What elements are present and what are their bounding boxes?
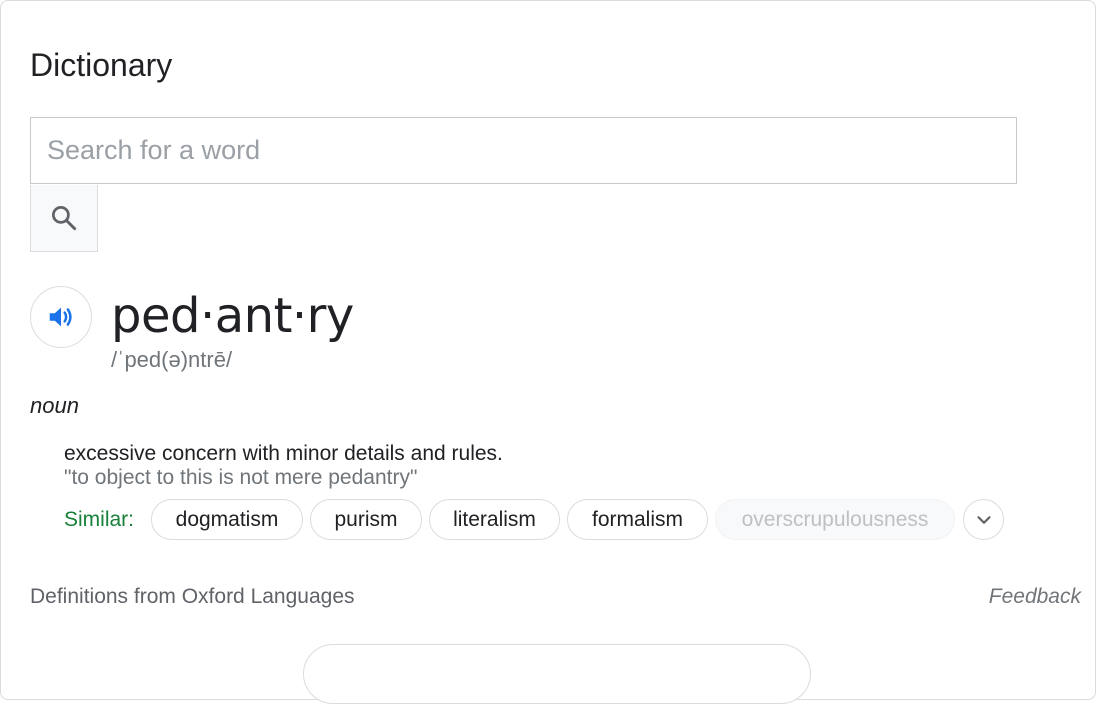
more-definitions-button[interactable] [303, 644, 811, 704]
example-sentence: "to object to this is not mere pedantry" [64, 466, 418, 489]
chevron-down-icon [976, 515, 991, 524]
similar-chip-purism[interactable]: purism [310, 499, 422, 540]
part-of-speech: noun [30, 393, 79, 418]
similar-chip-overscrupulousness[interactable]: overscrupulousness [715, 499, 955, 540]
expand-similar-button[interactable] [963, 499, 1004, 540]
source-attribution: Definitions from Oxford Languages [30, 585, 355, 608]
feedback-link[interactable]: Feedback [989, 583, 1081, 611]
headword: ped·ant·ry [111, 288, 354, 344]
search-input[interactable] [30, 117, 1017, 184]
search-button[interactable] [30, 185, 98, 252]
card-title: Dictionary [30, 47, 173, 83]
similar-chip-literalism[interactable]: literalism [429, 499, 560, 540]
speaker-icon [49, 307, 72, 327]
similar-chip-dogmatism[interactable]: dogmatism [151, 499, 303, 540]
phonetic-spelling: /ˈped(ə)ntrē/ [111, 347, 233, 372]
search-icon [52, 206, 77, 231]
definition-text: excessive concern with minor details and… [64, 442, 503, 465]
dictionary-card: Dictionary ped·ant·ry /ˈped(ə)ntrē/ noun… [0, 0, 1096, 704]
pronunciation-button[interactable] [30, 286, 92, 348]
similar-chip-formalism[interactable]: formalism [567, 499, 708, 540]
similar-label: Similar: [64, 508, 135, 531]
